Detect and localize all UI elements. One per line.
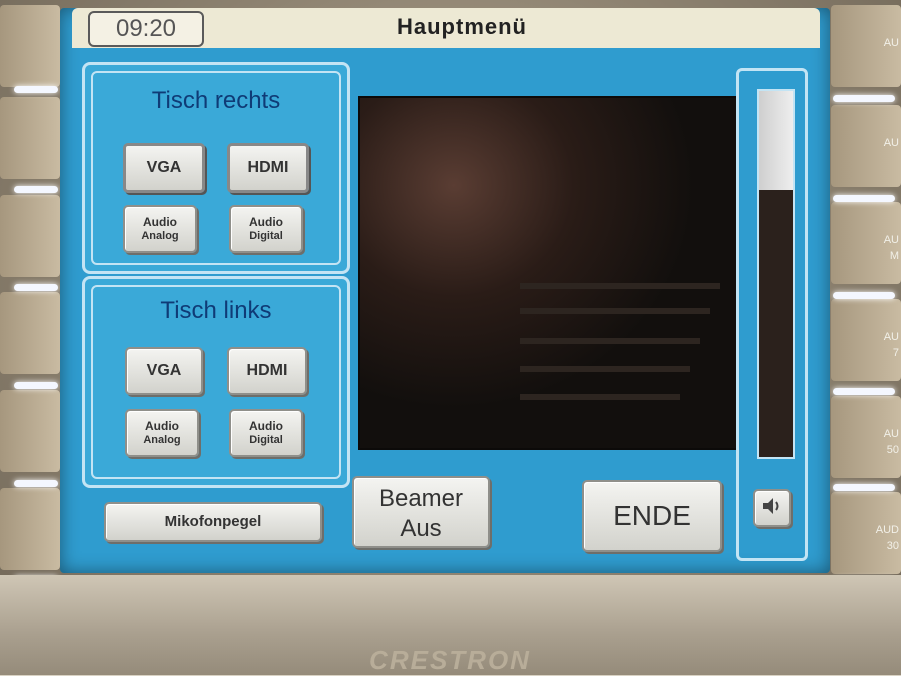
button-label: Audio bbox=[249, 419, 283, 433]
audio-digital-button-rechts[interactable]: Audio Digital bbox=[229, 205, 303, 253]
hdmi-button-rechts[interactable]: HDMI bbox=[227, 143, 309, 193]
vga-button-rechts[interactable]: VGA bbox=[123, 143, 205, 193]
video-artifact bbox=[520, 308, 710, 314]
volume-level bbox=[759, 91, 793, 190]
group-title: Tisch links bbox=[160, 297, 272, 324]
volume-slider[interactable] bbox=[757, 89, 795, 459]
group-title: Tisch rechts bbox=[151, 87, 281, 114]
audio-analog-button-rechts[interactable]: Audio Analog bbox=[123, 205, 197, 253]
button-label: Audio bbox=[145, 419, 179, 433]
mikrofonpegel-button[interactable]: Mikofonpegel bbox=[104, 502, 322, 542]
volume-panel bbox=[736, 68, 808, 561]
hard-button-label: AU 7 bbox=[883, 331, 899, 359]
led-strip bbox=[14, 480, 58, 487]
button-label: Beamer bbox=[378, 485, 464, 512]
hard-button-left-2[interactable] bbox=[0, 97, 60, 179]
video-artifact bbox=[520, 338, 700, 344]
audio-digital-button-links[interactable]: Audio Digital bbox=[229, 409, 303, 457]
speaker-button[interactable] bbox=[753, 489, 791, 527]
led-strip bbox=[833, 95, 895, 102]
video-artifact bbox=[520, 366, 690, 372]
video-artifact bbox=[520, 394, 680, 400]
led-strip bbox=[14, 186, 58, 193]
hard-button-label: AU bbox=[883, 137, 899, 149]
led-strip bbox=[833, 292, 895, 299]
hard-button-right-4[interactable]: AU 7 bbox=[831, 299, 901, 381]
hard-button-label: AU bbox=[883, 37, 899, 49]
hard-button-left-3[interactable] bbox=[0, 195, 60, 277]
video-artifact bbox=[520, 283, 720, 289]
beamer-aus-button[interactable]: Beamer Aus bbox=[352, 476, 490, 548]
hard-button-label: AU 50 bbox=[883, 428, 899, 456]
button-label: Digital bbox=[249, 434, 283, 446]
led-strip bbox=[833, 388, 895, 395]
hard-button-label: AU M bbox=[883, 234, 899, 262]
led-strip bbox=[14, 284, 58, 291]
led-strip bbox=[833, 484, 895, 491]
button-label: Audio bbox=[143, 215, 177, 229]
hard-button-left-1[interactable] bbox=[0, 5, 60, 87]
hard-button-label: AUD 30 bbox=[875, 524, 899, 552]
button-label: Audio bbox=[249, 215, 283, 229]
led-strip bbox=[14, 382, 58, 389]
hard-button-right-6[interactable]: AUD 30 bbox=[831, 492, 901, 574]
button-label: Aus bbox=[400, 515, 442, 542]
button-label: Digital bbox=[249, 230, 283, 242]
button-label: Analog bbox=[141, 230, 179, 242]
hard-button-left-6[interactable] bbox=[0, 488, 60, 570]
vga-button-links[interactable]: VGA bbox=[125, 347, 203, 395]
clock-display: 09:20 bbox=[88, 11, 204, 47]
led-strip bbox=[833, 195, 895, 202]
title-bar: 09:20 Hauptmenü bbox=[72, 8, 820, 48]
ende-button[interactable]: ENDE bbox=[582, 480, 722, 552]
group-tisch-rechts: Tisch rechts VGA HDMI Audio Analog Audio D… bbox=[82, 62, 350, 274]
hard-button-right-5[interactable]: AU 50 bbox=[831, 396, 901, 478]
led-strip bbox=[14, 86, 58, 93]
page-title: Hauptmenü bbox=[397, 14, 527, 39]
hard-button-left-4[interactable] bbox=[0, 292, 60, 374]
hard-button-right-2[interactable]: AU bbox=[831, 105, 901, 187]
brand-logo: CRESTRON bbox=[369, 645, 531, 675]
speaker-icon bbox=[763, 498, 779, 514]
video-preview bbox=[358, 96, 738, 450]
touch-screen: 09:20 Hauptmenü Tisch rechts VGA HDMI Au… bbox=[60, 8, 830, 573]
hard-button-left-5[interactable] bbox=[0, 390, 60, 472]
audio-analog-button-links[interactable]: Audio Analog bbox=[125, 409, 199, 457]
hard-button-right-1[interactable]: AU bbox=[831, 5, 901, 87]
hdmi-button-links[interactable]: HDMI bbox=[227, 347, 307, 395]
button-label: Analog bbox=[143, 434, 181, 446]
hard-button-right-3[interactable]: AU M bbox=[831, 202, 901, 284]
group-tisch-links: Tisch links VGA HDMI Audio Analog Audio Di… bbox=[82, 276, 350, 488]
